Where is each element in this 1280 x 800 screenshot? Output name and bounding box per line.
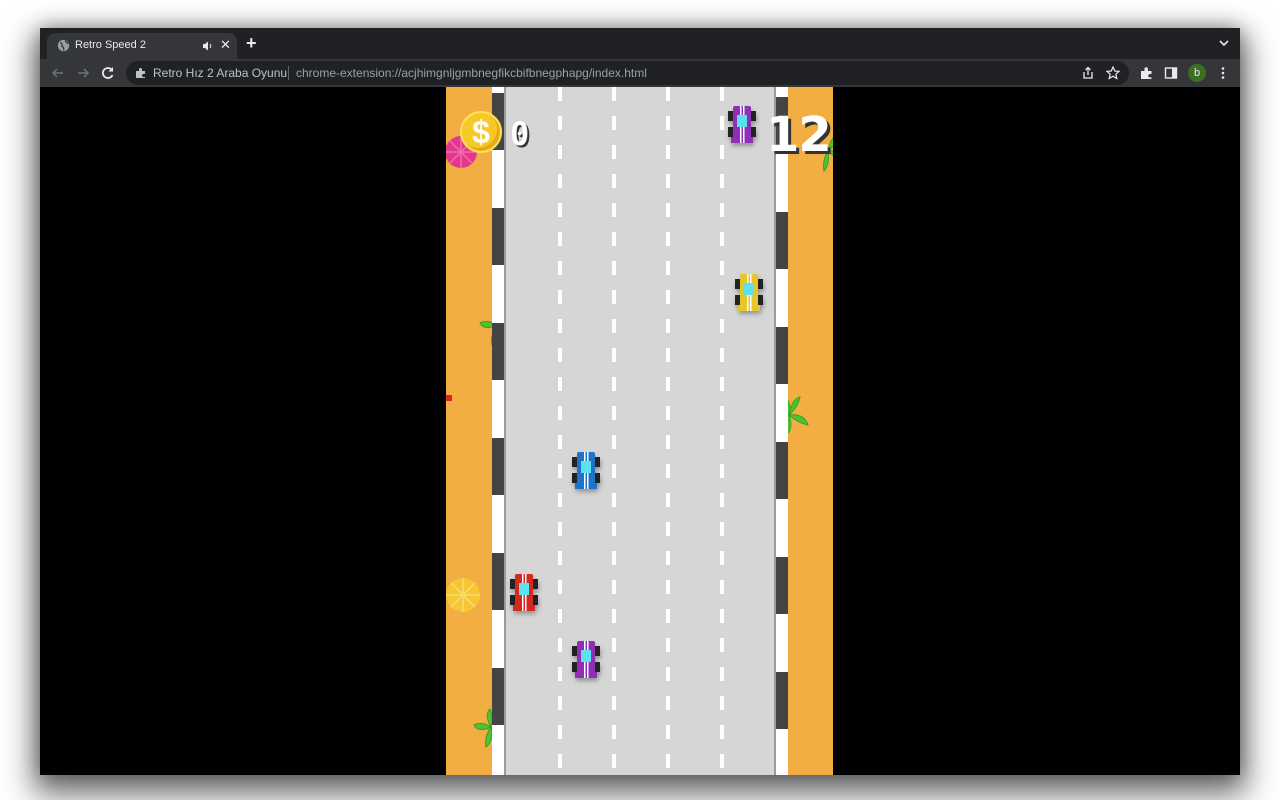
- puzzle-icon[interactable]: [1140, 66, 1154, 80]
- browser-toolbar: Retro Hız 2 Araba Oyunu chrome-extension…: [40, 59, 1240, 87]
- star-icon[interactable]: [1106, 66, 1120, 80]
- omnibox-separator: [288, 66, 289, 80]
- chevron-down-icon[interactable]: [1218, 37, 1230, 49]
- opponent-car: [728, 106, 756, 143]
- puzzle-icon: [136, 68, 145, 78]
- url-text[interactable]: chrome-extension://acjhimgnljgmbnegfikcb…: [296, 66, 647, 80]
- road: [504, 87, 776, 775]
- globe-icon: [57, 39, 70, 52]
- address-bar[interactable]: Retro Hız 2 Araba Oyunu chrome-extension…: [126, 61, 1129, 85]
- speaker-icon[interactable]: [202, 40, 214, 52]
- kebab-menu-icon[interactable]: [1216, 66, 1230, 80]
- yellow-umbrella-icon: [446, 578, 480, 612]
- arrow-left-icon[interactable]: [48, 63, 68, 83]
- lane-marking: [558, 87, 562, 775]
- lane-marking: [666, 87, 670, 775]
- left-curb: [492, 87, 504, 775]
- right-curb: [776, 87, 788, 775]
- browser-window: Retro Speed 2 ✕ + Retro Hız 2 Araba Oyun…: [40, 28, 1240, 775]
- dollar-coin-icon: $: [460, 111, 502, 153]
- arrow-right-icon[interactable]: [73, 63, 93, 83]
- reload-icon[interactable]: [98, 63, 118, 83]
- score-counter: 12: [766, 107, 832, 163]
- tab-title: Retro Speed 2: [75, 39, 146, 51]
- tab-retro-speed[interactable]: Retro Speed 2 ✕: [47, 33, 237, 59]
- coin-counter: 0: [510, 115, 530, 153]
- share-icon[interactable]: [1081, 66, 1095, 80]
- close-icon[interactable]: ✕: [220, 36, 231, 54]
- debris-particle: [446, 395, 452, 401]
- game-canvas[interactable]: $ 0 12: [446, 87, 833, 775]
- lane-marking: [720, 87, 724, 775]
- opponent-car: [735, 274, 763, 311]
- site-name: Retro Hız 2 Araba Oyunu: [153, 66, 288, 80]
- lane-marking: [612, 87, 616, 775]
- profile-avatar[interactable]: b: [1188, 64, 1206, 82]
- new-tab-button[interactable]: +: [246, 34, 257, 52]
- page-viewport: $ 0 12: [40, 87, 1240, 775]
- tab-strip: Retro Speed 2 ✕ +: [40, 28, 1240, 59]
- opponent-car: [572, 641, 600, 678]
- opponent-car: [572, 452, 600, 489]
- player-car[interactable]: [510, 573, 538, 613]
- side-panel-icon[interactable]: [1164, 66, 1178, 80]
